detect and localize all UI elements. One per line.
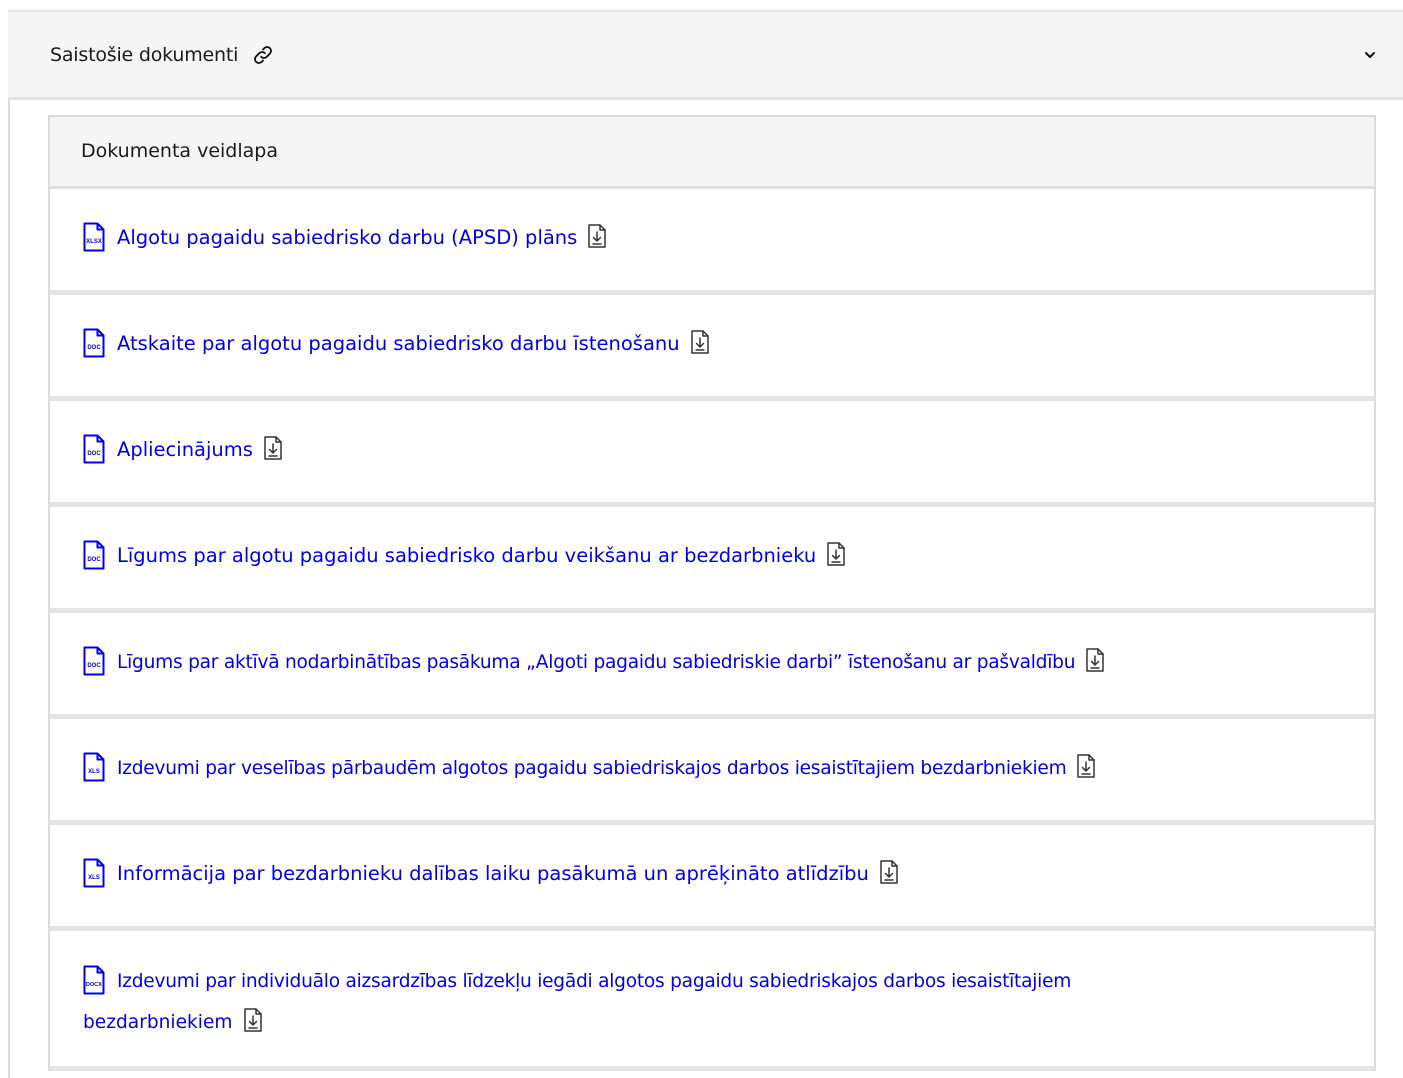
doc-file-icon: DOC	[83, 328, 105, 358]
download-icon[interactable]	[879, 860, 899, 884]
download-icon[interactable]	[690, 330, 710, 354]
table-row: XLS Informācija par bezdarbnieku dalības…	[50, 825, 1374, 931]
download-icon[interactable]	[263, 436, 283, 460]
accordion: Saistošie dokumenti Dokumenta veidlapa X…	[8, 10, 1403, 1078]
svg-text:DOC: DOC	[87, 557, 101, 563]
table-row: XLSX Algotu pagaidu sabiedrisko darbu (A…	[50, 189, 1374, 295]
svg-text:XLS: XLS	[88, 769, 100, 775]
doc-file-icon: DOC	[83, 540, 105, 570]
document-link-continuation[interactable]: bezdarbniekiem	[83, 1012, 233, 1033]
document-link[interactable]: Apliecinājums	[117, 438, 253, 461]
svg-text:DOC: DOC	[87, 345, 101, 351]
docx-file-icon: DOCX	[83, 965, 105, 995]
xlsx-file-icon: XLSX	[83, 222, 105, 252]
document-link[interactable]: Līgums par algotu pagaidu sabiedrisko da…	[117, 544, 816, 567]
xls-file-icon: XLS	[83, 752, 105, 782]
link-icon[interactable]	[252, 44, 274, 66]
accordion-title-text: Saistošie dokumenti	[50, 43, 239, 66]
table-row: DOC Līgums par algotu pagaidu sabiedrisk…	[50, 507, 1374, 613]
svg-text:DOCX: DOCX	[86, 982, 102, 988]
doc-file-icon: DOC	[83, 434, 105, 464]
download-icon[interactable]	[826, 542, 846, 566]
accordion-title: Saistošie dokumenti	[50, 12, 274, 97]
table-row: XLS Izdevumi par veselības pārbaudēm alg…	[50, 719, 1374, 825]
document-link[interactable]: Izdevumi par individuālo aizsardzības lī…	[117, 971, 1071, 992]
document-link[interactable]: Izdevumi par veselības pārbaudēm algotos…	[117, 758, 1067, 779]
document-link[interactable]: Līgums par aktīvā nodarbinātības pasākum…	[117, 652, 1075, 673]
download-icon[interactable]	[1085, 648, 1105, 672]
document-link[interactable]: Informācija par bezdarbnieku dalības lai…	[117, 862, 869, 885]
doc-file-icon: DOC	[83, 646, 105, 676]
table-row: DOC Līgums par aktīvā nodarbinātības pas…	[50, 613, 1374, 719]
document-link[interactable]: Atskaite par algotu pagaidu sabiedrisko …	[117, 332, 680, 355]
svg-text:XLS: XLS	[88, 875, 100, 881]
xls-file-icon: XLS	[83, 858, 105, 888]
table-row: DOCX Izdevumi par individuālo aizsardzīb…	[50, 931, 1374, 1071]
document-link[interactable]: Algotu pagaidu sabiedrisko darbu (APSD) …	[117, 226, 577, 249]
accordion-header[interactable]: Saistošie dokumenti	[8, 10, 1403, 100]
svg-text:DOC: DOC	[87, 451, 101, 457]
svg-text:DOC: DOC	[87, 663, 101, 669]
documents-table: Dokumenta veidlapa XLSX Algotu pagaidu s…	[48, 115, 1376, 1071]
chevron-down-icon[interactable]	[1363, 48, 1377, 62]
download-icon[interactable]	[1076, 754, 1096, 778]
table-row: DOC Apliecinājums	[50, 401, 1374, 507]
table-header: Dokumenta veidlapa	[50, 115, 1374, 189]
download-icon[interactable]	[243, 1008, 263, 1032]
table-row: DOC Atskaite par algotu pagaidu sabiedri…	[50, 295, 1374, 401]
svg-text:XLSX: XLSX	[86, 239, 102, 245]
download-icon[interactable]	[587, 224, 607, 248]
